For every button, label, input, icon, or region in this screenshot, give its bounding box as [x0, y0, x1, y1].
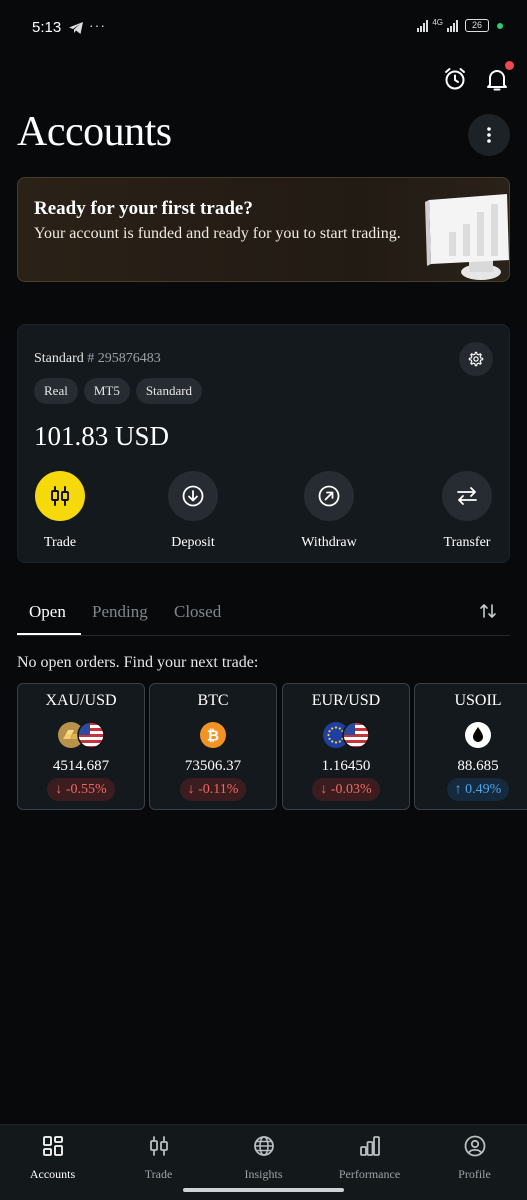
nav-label: Performance	[338, 1167, 401, 1181]
instrument-change: ↓ -0.11%	[179, 778, 247, 801]
orders-tabs: Open Pending Closed	[17, 592, 510, 636]
instrument-carousel: XAU/USD 4514.687 ↓ -0.55% BTC ₿ 73506.37…	[17, 683, 527, 811]
instrument-icons	[283, 719, 409, 751]
nav-trade[interactable]: Trade	[106, 1135, 211, 1182]
signal-icon	[417, 19, 429, 32]
account-tags: Real MT5 Standard	[34, 378, 203, 404]
deposit-label: Deposit	[171, 535, 215, 550]
bar-chart-icon	[359, 1136, 380, 1156]
account-balance: 101.83 USD	[34, 421, 170, 451]
nav-accounts[interactable]: Accounts	[0, 1135, 105, 1182]
trade-label: Trade	[43, 535, 77, 550]
banner-title: Ready for your first trade?	[34, 198, 253, 219]
user-circle-icon	[464, 1135, 485, 1157]
first-trade-banner[interactable]: Ready for your first trade? Your account…	[17, 177, 510, 282]
instrument-card-eurusd[interactable]: EUR/USD 1.16450 ↓ -0.03%	[282, 683, 410, 810]
account-settings-button[interactable]	[459, 342, 493, 376]
withdraw-button[interactable]: Withdraw	[279, 471, 379, 551]
instrument-change: ↓ -0.03%	[312, 778, 380, 801]
instrument-icons	[415, 719, 527, 751]
trade-button[interactable]: Trade	[10, 471, 110, 551]
status-indicators: 4G 26	[417, 18, 503, 33]
instrument-name: USOIL	[454, 692, 502, 709]
page-title: Accounts	[17, 109, 172, 155]
oil-drop-icon	[465, 722, 491, 748]
account-number: 295876483	[97, 351, 161, 366]
nav-label: Trade	[144, 1167, 173, 1181]
privacy-indicator	[497, 22, 503, 29]
instrument-name: XAU/USD	[45, 692, 117, 709]
deposit-button[interactable]: Deposit	[143, 471, 243, 551]
candles-icon	[149, 1136, 168, 1156]
nav-label: Accounts	[29, 1167, 76, 1181]
nav-performance[interactable]: Performance	[317, 1135, 422, 1182]
no-orders-message: No open orders. Find your next trade:	[17, 654, 259, 671]
nav-insights[interactable]: Insights	[211, 1135, 316, 1182]
nav-label: Insights	[244, 1167, 283, 1181]
instrument-icons: ₿	[150, 719, 276, 751]
sort-icon[interactable]	[479, 602, 497, 620]
tab-pending[interactable]: Pending	[92, 602, 148, 622]
us-flag-icon	[77, 721, 105, 749]
banner-text: Your account is funded and ready for you…	[34, 225, 401, 242]
tag-account-type: Standard	[135, 378, 203, 404]
instrument-change: ↑ 0.49%	[446, 778, 510, 801]
more-options-button[interactable]	[468, 114, 510, 156]
us-flag-icon	[342, 721, 370, 749]
transfer-arrows-icon	[457, 487, 477, 505]
notification-bell-icon[interactable]	[484, 66, 510, 92]
instrument-name: EUR/USD	[311, 692, 381, 709]
chart-board-illustration	[425, 194, 509, 280]
globe-icon	[253, 1136, 274, 1156]
status-bar: 5:13 ··· 4G 26	[0, 0, 527, 58]
account-hash: #	[87, 351, 95, 366]
instrument-card-usoil[interactable]: USOIL 88.685 ↑ 0.49%	[414, 683, 527, 810]
vertical-dots-icon	[487, 127, 491, 143]
status-time: 5:13	[32, 19, 62, 36]
transfer-button[interactable]: Transfer	[417, 471, 517, 551]
gear-icon	[468, 351, 484, 367]
transfer-label: Transfer	[443, 535, 491, 550]
nav-profile[interactable]: Profile	[422, 1135, 527, 1182]
tab-open[interactable]: Open	[29, 602, 66, 622]
instrument-change: ↓ -0.55%	[47, 778, 115, 801]
active-tab-indicator	[17, 633, 81, 635]
signal-icon-2	[447, 19, 458, 32]
status-more: ···	[89, 17, 106, 33]
notification-badge	[505, 61, 514, 70]
battery-icon: 26	[465, 19, 489, 32]
account-actions: Trade Deposit Withdraw Transfer	[18, 471, 511, 551]
tag-platform: MT5	[83, 378, 130, 404]
instrument-card-btc[interactable]: BTC ₿ 73506.37 ↓ -0.11%	[149, 683, 277, 810]
instrument-price: 1.16450	[321, 758, 371, 774]
nav-label: Profile	[458, 1167, 491, 1181]
bitcoin-icon: ₿	[200, 722, 226, 748]
account-type: Standard	[34, 351, 84, 366]
network-label: 4G	[432, 18, 443, 27]
grid-icon	[42, 1136, 63, 1156]
home-indicator[interactable]	[183, 1188, 344, 1192]
svg-text:₿: ₿	[207, 727, 219, 745]
account-card[interactable]: Standard # 295876483 Real MT5 Standard 1…	[17, 324, 510, 563]
withdraw-label: Withdraw	[301, 535, 357, 550]
instrument-price: 4514.687	[52, 758, 110, 774]
arrow-up-right-circle-icon	[318, 485, 340, 507]
alarm-clock-icon[interactable]	[442, 66, 468, 92]
instrument-price: 73506.37	[184, 758, 242, 774]
instrument-price: 88.685	[457, 758, 499, 774]
arrow-down-circle-icon	[182, 485, 204, 507]
telegram-icon	[69, 22, 83, 34]
instrument-name: BTC	[197, 692, 229, 709]
account-label: Standard # 295876483	[34, 351, 161, 367]
tag-real: Real	[34, 378, 78, 404]
tab-closed[interactable]: Closed	[174, 602, 221, 622]
instrument-icons	[18, 719, 144, 751]
candles-icon	[51, 486, 69, 506]
instrument-card-xauusd[interactable]: XAU/USD 4514.687 ↓ -0.55%	[17, 683, 145, 810]
